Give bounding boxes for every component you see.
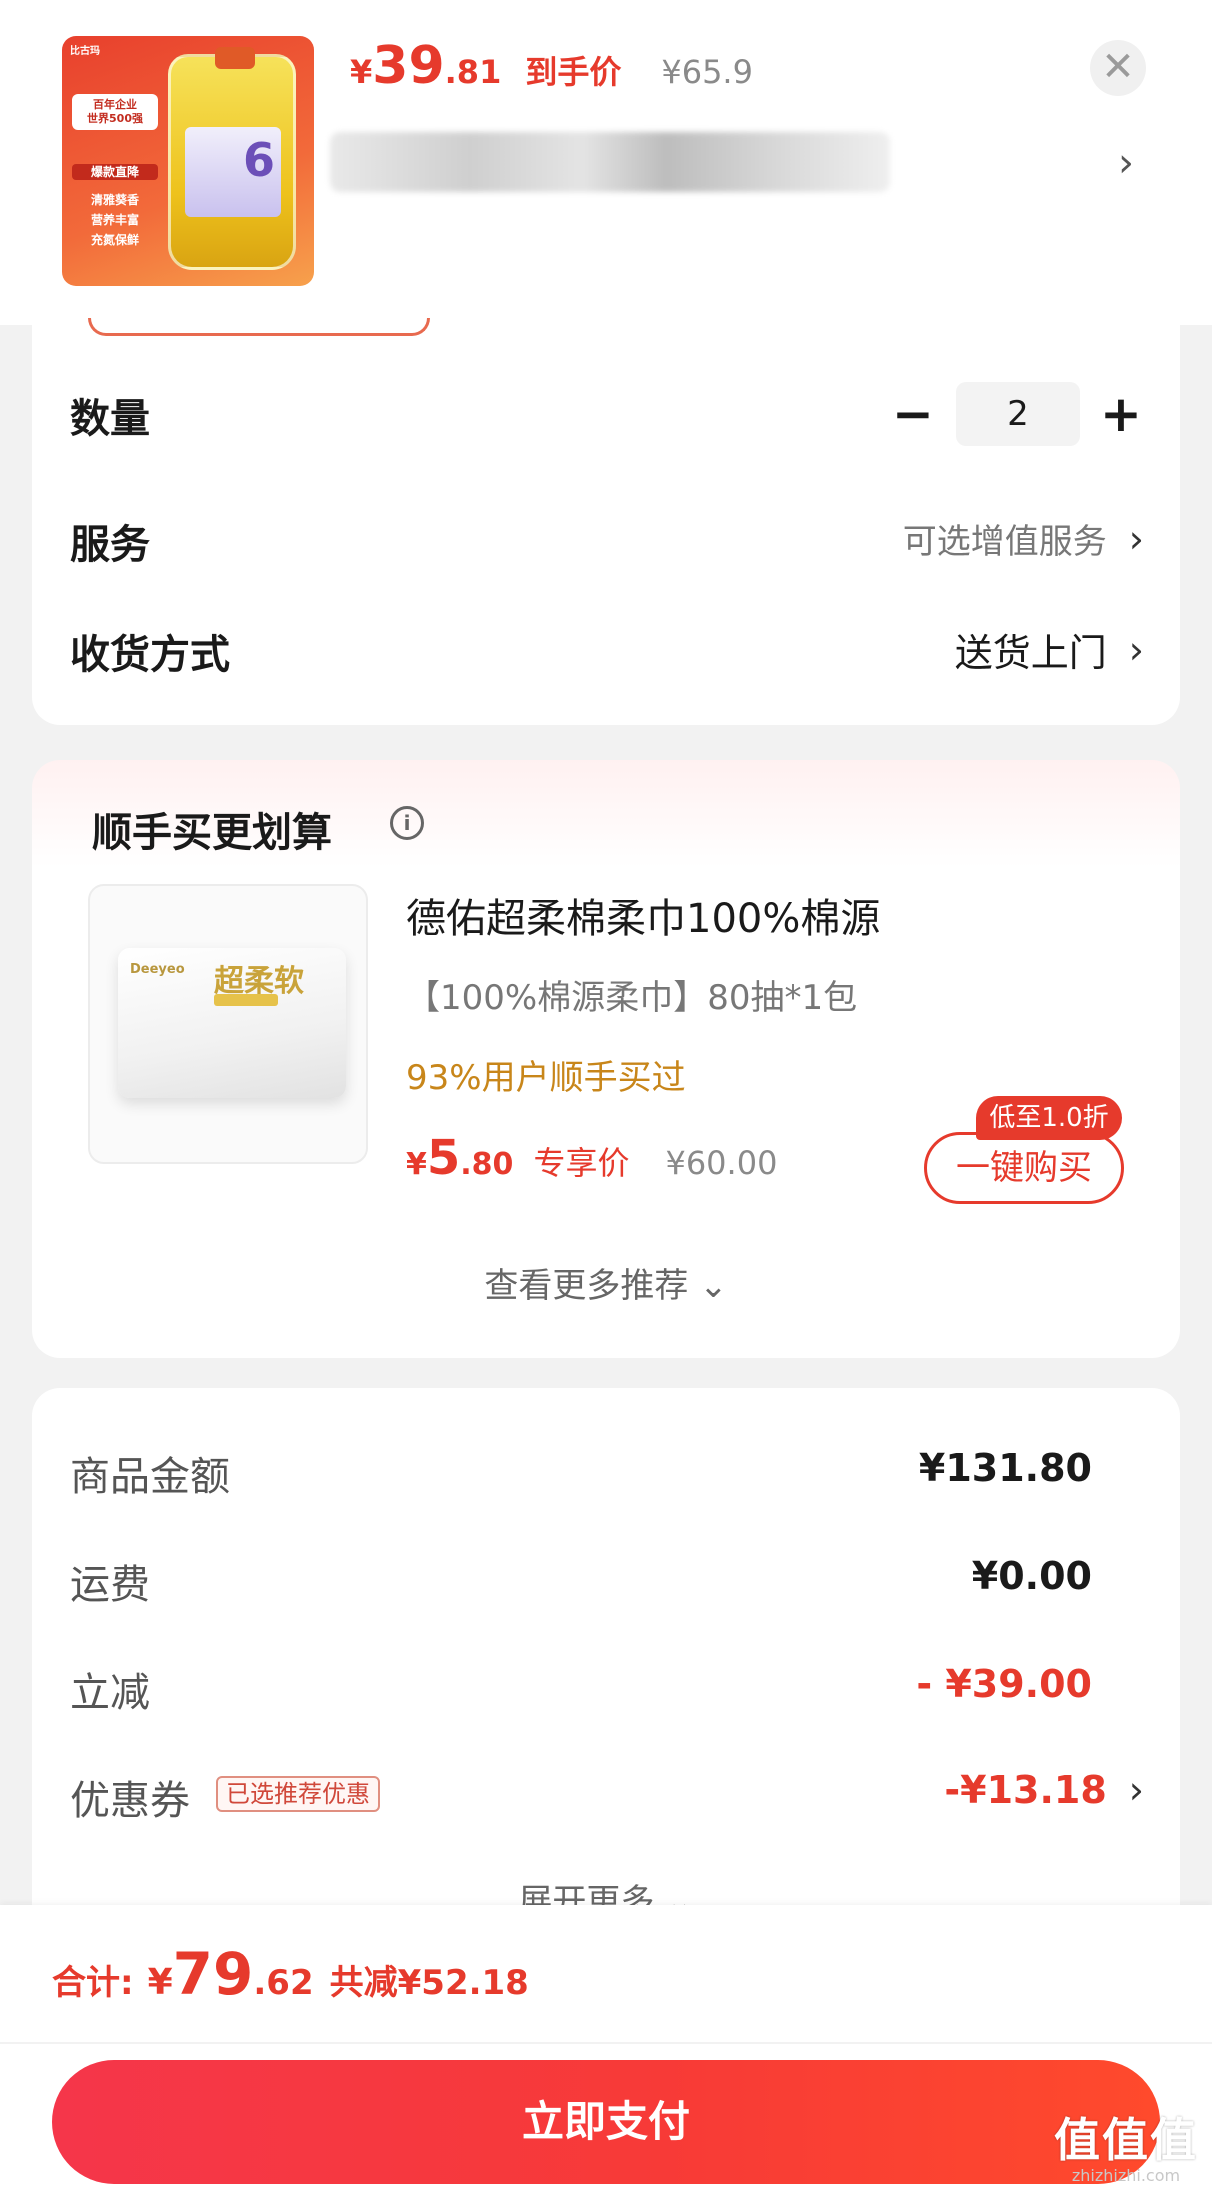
summary-goods-amount-value: ¥131.80	[918, 1446, 1092, 1490]
thumb-tag-3: 充氮保鲜	[90, 233, 139, 247]
watermark-main: 值值值	[1054, 2113, 1198, 2167]
service-label: 服务	[70, 522, 150, 568]
summary-shipping-value: ¥0.00	[971, 1554, 1092, 1598]
total-saved: 共减¥52.18	[329, 1963, 529, 2003]
price-tag: 到手价	[525, 53, 622, 91]
close-icon[interactable]: ✕	[1090, 40, 1146, 96]
thumb-tag-2: 营养丰富	[90, 213, 139, 227]
total-decimal: .62	[253, 1963, 314, 2003]
rec-price-decimal: .80	[460, 1147, 514, 1182]
price-integer: 39	[372, 36, 445, 96]
product-price: ¥ 39 .81 到手价 ¥65.9	[350, 36, 753, 96]
recommendation-title: 顺手买更划算	[92, 810, 332, 856]
recommended-item-thumbnail[interactable]: Deeyeo 超柔软	[88, 884, 368, 1164]
price-decimal: .81	[444, 53, 502, 91]
summary-coupon-label: 优惠券	[70, 1778, 190, 1824]
tissue-brand-text: Deeyeo	[130, 962, 185, 977]
coupon-selector[interactable]: -¥13.18 ›	[944, 1768, 1144, 1812]
users-bought-text: 93%用户顺手买过	[406, 1058, 686, 1098]
summary-instant-discount-label: 立减	[70, 1670, 150, 1716]
total-amount: 合计: ¥ 79 .62 共减¥52.18	[52, 1940, 529, 2008]
quantity-label: 数量	[70, 396, 150, 442]
product-thumbnail[interactable]: 比古玛 百年企业 世界500强 爆款直降 清雅葵香 营养丰富 充氮保鲜 6	[62, 36, 314, 286]
quantity-minus-button[interactable]: −	[892, 385, 934, 443]
total-label: 合计:	[52, 1963, 134, 2003]
tissue-pack-image: Deeyeo 超柔软	[118, 948, 346, 1098]
view-more-recommendations-link[interactable]: 查看更多推荐 ⌄	[0, 1258, 1212, 1307]
thumb-banner-line1: 百年企业	[93, 98, 137, 111]
chevron-right-icon: ›	[1128, 516, 1144, 561]
service-selector[interactable]: 可选增值服务 ›	[903, 514, 1144, 563]
rec-price-integer: 5	[426, 1130, 461, 1186]
bottle-cap	[215, 47, 255, 69]
summary-instant-discount-value: - ¥39.00	[916, 1662, 1092, 1706]
delivery-label: 收货方式	[70, 632, 230, 678]
delivery-selector[interactable]: 送货上门 ›	[955, 622, 1144, 677]
original-price: ¥65.9	[661, 53, 753, 91]
service-value: 可选增值服务	[902, 522, 1107, 562]
info-icon[interactable]: i	[390, 806, 424, 840]
chevron-right-icon: ›	[1128, 627, 1144, 672]
recommended-item-name[interactable]: 德佑超柔棉柔巾100%棉源	[406, 886, 880, 944]
quantity-plus-button[interactable]: +	[1100, 385, 1142, 443]
recommended-item-spec: 【100%棉源柔巾】80抽*1包	[406, 978, 858, 1018]
coupon-selected-chip: 已选推荐优惠	[216, 1776, 380, 1812]
total-integer: 79	[172, 1940, 254, 2008]
watermark-sub: zhizhizhi.com	[1071, 2166, 1181, 2185]
rec-original-price: ¥60.00	[665, 1144, 778, 1182]
thumb-tag-hot: 爆款直降	[72, 164, 158, 180]
bottle-label: 6	[185, 127, 281, 217]
quantity-input[interactable]: 2	[956, 382, 1080, 446]
divider	[0, 2042, 1212, 2044]
blurred-product-name	[330, 132, 890, 192]
thumb-tag-1: 清雅葵香	[90, 193, 139, 207]
pay-now-button[interactable]: 立即支付	[52, 2060, 1160, 2184]
rec-price-currency: ¥	[406, 1147, 427, 1182]
rec-price-tag: 专享价	[533, 1144, 630, 1182]
spec-chip-peek	[88, 318, 430, 336]
thumb-banner-line2: 世界500强	[87, 112, 143, 125]
bottle-label-number: 6	[242, 133, 275, 187]
summary-shipping-label: 运费	[70, 1562, 150, 1608]
delivery-value: 送货上门	[954, 631, 1107, 675]
recommended-item-price: ¥ 5 .80 专享价 ¥60.00	[406, 1130, 777, 1186]
tissue-band	[214, 994, 278, 1006]
one-click-buy-button[interactable]: 一键购买	[924, 1132, 1124, 1204]
summary-coupon-value: -¥13.18	[944, 1768, 1107, 1812]
total-currency: ¥	[147, 1962, 173, 2003]
summary-goods-amount-label: 商品金额	[70, 1454, 230, 1500]
discount-badge: 低至1.0折	[976, 1096, 1122, 1140]
thumb-banner: 百年企业 世界500强	[72, 94, 158, 130]
site-watermark: 值值值 zhizhizhi.com	[1054, 2104, 1198, 2185]
oil-bottle-image: 6	[168, 47, 296, 270]
price-currency: ¥	[350, 53, 373, 91]
chevron-right-icon: ›	[1128, 1768, 1144, 1812]
thumb-brand-text: 比古玛	[70, 46, 100, 57]
chevron-right-icon[interactable]: ›	[1118, 140, 1134, 186]
